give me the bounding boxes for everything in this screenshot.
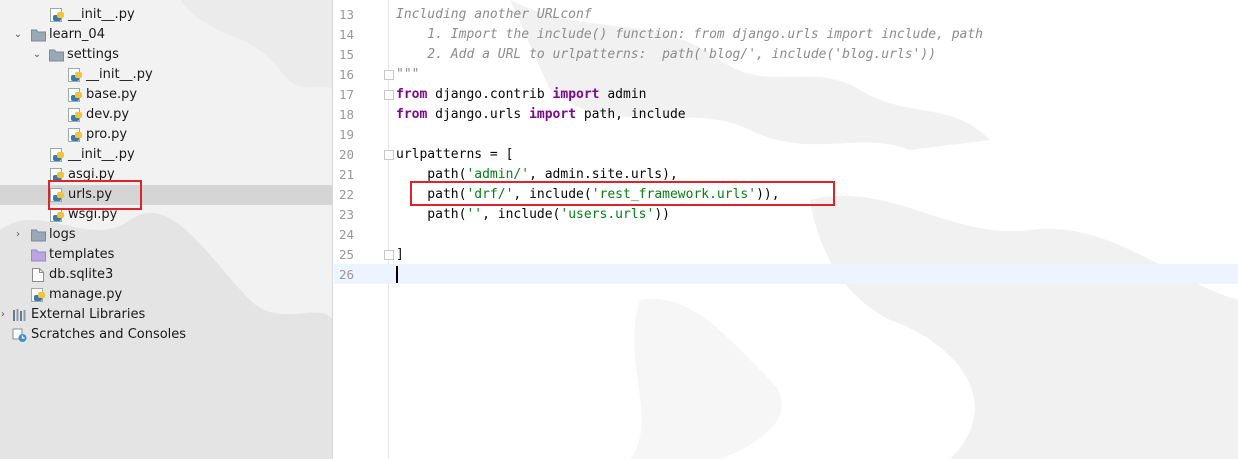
code-line-17: from django.contrib import admin bbox=[396, 85, 646, 105]
code-token: , admin.site.urls), bbox=[529, 167, 678, 182]
libraries-icon bbox=[13, 309, 26, 321]
code-token: , include( bbox=[482, 207, 561, 222]
keyword-token: from bbox=[396, 107, 428, 122]
tree-item-external-libraries[interactable]: › External Libraries bbox=[0, 305, 332, 325]
fold-marker-icon[interactable] bbox=[384, 250, 394, 260]
templates-folder-icon bbox=[31, 249, 46, 262]
fold-marker-icon[interactable] bbox=[384, 70, 394, 80]
tree-item-label: manage.py bbox=[49, 287, 123, 302]
tree-item-logs[interactable]: › logs bbox=[0, 225, 332, 245]
python-file-icon bbox=[50, 8, 64, 22]
string-token: 'users.urls' bbox=[560, 207, 655, 222]
tree-item-label: External Libraries bbox=[31, 307, 146, 322]
code-token: path, include bbox=[576, 107, 686, 122]
python-file-icon bbox=[68, 128, 82, 142]
tree-item-pro-py[interactable]: pro.py bbox=[0, 125, 332, 145]
tree-item-label: __init__.py bbox=[86, 67, 153, 82]
line-number: 22 bbox=[338, 187, 354, 202]
line-number: 13 bbox=[338, 7, 354, 22]
keyword-token: from bbox=[396, 87, 428, 102]
folder-icon bbox=[49, 49, 64, 62]
tree-item-init-py-top[interactable]: __init__.py bbox=[0, 5, 332, 25]
code-line-18: from django.urls import path, include bbox=[396, 105, 686, 125]
tree-item-learn-04[interactable]: ⌄ learn_04 bbox=[0, 25, 332, 45]
fold-marker-icon[interactable] bbox=[384, 90, 394, 100]
python-file-icon bbox=[50, 148, 64, 162]
tree-item-learn04-init-py[interactable]: __init__.py bbox=[0, 145, 332, 165]
code-editor[interactable] bbox=[390, 0, 1238, 459]
tree-item-base-py[interactable]: base.py bbox=[0, 85, 332, 105]
code-line-14: 1. Import the include() function: from d… bbox=[396, 27, 983, 42]
urls-py-highlight-box bbox=[48, 180, 142, 210]
code-token: path( bbox=[396, 207, 467, 222]
tree-item-label: __init__.py bbox=[68, 147, 135, 162]
line-number: 18 bbox=[338, 107, 354, 122]
code-line-20: urlpatterns = [ bbox=[396, 147, 514, 162]
line-number: 14 bbox=[338, 27, 354, 42]
tree-item-settings[interactable]: ⌄ settings bbox=[0, 45, 332, 65]
project-tree-panel: __init__.py ⌄ learn_04 ⌄ settings __init… bbox=[0, 0, 333, 459]
string-token: '' bbox=[466, 207, 483, 222]
tree-item-scratches-and-consoles[interactable]: Scratches and Consoles bbox=[0, 325, 332, 345]
python-file-icon bbox=[68, 108, 82, 122]
code-token: django.urls bbox=[427, 107, 530, 122]
tree-item-label: learn_04 bbox=[49, 27, 105, 42]
tree-item-templates[interactable]: templates bbox=[0, 245, 332, 265]
line-number: 15 bbox=[338, 47, 354, 62]
line-number: 16 bbox=[338, 67, 354, 82]
string-token: 'admin/' bbox=[466, 167, 530, 182]
chevron-right-icon[interactable]: › bbox=[0, 305, 9, 325]
tree-item-label: db.sqlite3 bbox=[49, 267, 114, 282]
keyword-token: import bbox=[552, 87, 600, 102]
tree-item-label: logs bbox=[49, 227, 76, 242]
drf-route-highlight-box bbox=[410, 181, 835, 206]
code-token: django.contrib bbox=[427, 87, 553, 102]
text-caret bbox=[396, 266, 398, 283]
line-number: 25 bbox=[338, 247, 354, 262]
code-line-15: 2. Add a URL to urlpatterns: path('blog/… bbox=[396, 47, 937, 62]
line-number: 17 bbox=[338, 87, 354, 102]
keyword-token: import bbox=[529, 107, 577, 122]
python-file-icon bbox=[31, 288, 45, 302]
tree-item-db-sqlite3[interactable]: db.sqlite3 bbox=[0, 265, 332, 285]
file-icon bbox=[32, 268, 44, 282]
code-line-16: """ bbox=[396, 67, 420, 82]
tree-item-settings-init-py[interactable]: __init__.py bbox=[0, 65, 332, 85]
python-file-icon bbox=[68, 88, 82, 102]
line-number: 21 bbox=[338, 167, 354, 182]
fold-marker-icon[interactable] bbox=[384, 150, 394, 160]
background-ink-painting bbox=[510, 0, 1238, 459]
tree-item-label: pro.py bbox=[86, 127, 128, 142]
code-line-25: ] bbox=[396, 247, 404, 262]
tree-item-dev-py[interactable]: dev.py bbox=[0, 105, 332, 125]
current-line-highlight bbox=[334, 264, 1238, 284]
folder-icon bbox=[31, 229, 46, 242]
tree-item-label: Scratches and Consoles bbox=[31, 327, 187, 342]
scratches-icon bbox=[12, 328, 27, 342]
tree-item-label: __init__.py bbox=[68, 7, 135, 22]
chevron-right-icon[interactable]: › bbox=[12, 225, 24, 245]
folder-icon bbox=[31, 29, 46, 42]
line-number: 19 bbox=[338, 127, 354, 142]
line-number: 20 bbox=[338, 147, 354, 162]
chevron-down-icon[interactable]: ⌄ bbox=[12, 25, 24, 45]
line-number: 23 bbox=[338, 207, 354, 222]
python-file-icon bbox=[68, 68, 82, 82]
code-token: path( bbox=[396, 167, 467, 182]
chevron-down-icon[interactable]: ⌄ bbox=[31, 45, 43, 65]
code-line-13: Including another URLconf bbox=[396, 7, 592, 22]
tree-item-manage-py[interactable]: manage.py bbox=[0, 285, 332, 305]
python-file-icon bbox=[50, 208, 64, 222]
line-number: 26 bbox=[338, 267, 354, 282]
tree-item-label: settings bbox=[67, 47, 119, 62]
code-token: admin bbox=[599, 87, 647, 102]
line-number: 24 bbox=[338, 227, 354, 242]
code-token: )) bbox=[654, 207, 670, 222]
tree-item-label: base.py bbox=[86, 87, 138, 102]
tree-item-label: dev.py bbox=[86, 107, 130, 122]
code-line-23: path('', include('users.urls')) bbox=[396, 205, 670, 225]
tree-item-label: templates bbox=[49, 247, 115, 262]
